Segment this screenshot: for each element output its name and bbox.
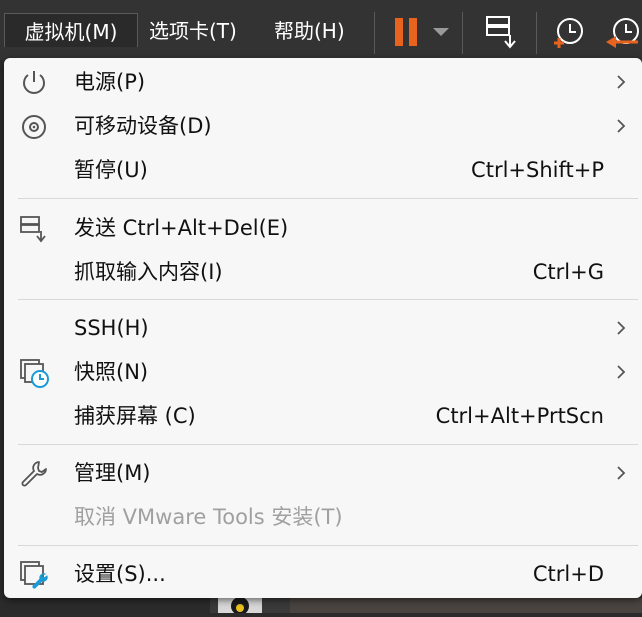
menu-item-grab-input[interactable]: 抓取输入内容(I) Ctrl+G bbox=[4, 251, 642, 293]
chevron-right-icon bbox=[617, 119, 626, 133]
settings-icon bbox=[20, 561, 48, 589]
removable-device-icon bbox=[22, 115, 46, 139]
shortcut-label: Ctrl+G bbox=[532, 260, 604, 284]
menu-item-removable-devices[interactable]: 可移动设备(D) bbox=[4, 105, 642, 147]
send-ctrl-alt-del-icon bbox=[20, 216, 46, 243]
menu-separator bbox=[18, 545, 638, 546]
menubar: 虚拟机(M) 选项卡(T) 帮助(H) bbox=[0, 0, 642, 60]
chevron-right-icon bbox=[617, 321, 626, 335]
menu-item-label: 管理(M) bbox=[74, 461, 151, 485]
background-area bbox=[290, 598, 642, 613]
pause-icon[interactable] bbox=[393, 16, 423, 48]
menu-item-snapshot[interactable]: 快照(N) bbox=[4, 351, 642, 393]
menu-help[interactable]: 帮助(H) bbox=[274, 16, 345, 46]
chevron-right-icon bbox=[617, 365, 626, 379]
chevron-right-icon bbox=[617, 75, 626, 89]
menu-item-label: SSH(H) bbox=[74, 316, 149, 340]
menu-separator bbox=[18, 444, 638, 445]
menu-item-manage[interactable]: 管理(M) bbox=[4, 452, 642, 494]
chevron-right-icon bbox=[617, 466, 626, 480]
toolbar-separator bbox=[536, 12, 537, 54]
menu-item-send-ctrl-alt-del[interactable]: 发送 Ctrl+Alt+Del(E) bbox=[4, 207, 642, 249]
menu-item-label: 发送 Ctrl+Alt+Del(E) bbox=[74, 216, 289, 240]
menu-separator bbox=[18, 198, 638, 199]
background-thumbnail-icon bbox=[218, 597, 262, 615]
menu-vm[interactable]: 虚拟机(M) bbox=[4, 13, 138, 47]
menu-separator bbox=[18, 299, 638, 300]
snapshot-icon bbox=[20, 359, 49, 388]
menu-item-power[interactable]: 电源(P) bbox=[4, 61, 642, 103]
menu-item-label: 设置(S)... bbox=[74, 562, 166, 586]
shortcut-label: Ctrl+D bbox=[532, 562, 604, 586]
menu-item-label: 可移动设备(D) bbox=[74, 114, 212, 138]
menu-item-label: 快照(N) bbox=[74, 360, 149, 384]
send-ctrl-alt-del-icon[interactable] bbox=[484, 14, 520, 50]
menu-item-pause[interactable]: 暂停(U) Ctrl+Shift+P bbox=[4, 149, 642, 191]
toolbar-separator bbox=[462, 12, 463, 54]
menu-item-settings[interactable]: 设置(S)... Ctrl+D bbox=[4, 553, 642, 595]
background-area bbox=[0, 598, 210, 613]
menu-item-capture-screen[interactable]: 捕获屏幕 (C) Ctrl+Alt+PrtScn bbox=[4, 395, 642, 437]
toolbar-separator bbox=[374, 12, 375, 54]
background-area bbox=[210, 597, 290, 615]
menu-item-label: 捕获屏幕 (C) bbox=[74, 404, 196, 428]
revert-snapshot-icon[interactable] bbox=[604, 16, 642, 50]
power-icon bbox=[23, 71, 45, 94]
menu-item-label: 取消 VMware Tools 安装(T) bbox=[74, 505, 343, 529]
snapshot-icon[interactable] bbox=[552, 16, 586, 50]
menu-item-label: 暂停(U) bbox=[74, 158, 148, 182]
wrench-icon bbox=[21, 461, 47, 487]
menu-item-label: 电源(P) bbox=[74, 70, 146, 94]
shortcut-label: Ctrl+Shift+P bbox=[471, 158, 604, 182]
menu-item-label: 抓取输入内容(I) bbox=[74, 260, 223, 284]
vm-dropdown-menu: 电源(P) 可移动设备(D) 暂停(U) Ctrl+Shift+P 发送 Ctr… bbox=[4, 58, 642, 598]
menu-tabs[interactable]: 选项卡(T) bbox=[149, 16, 237, 46]
menu-item-ssh[interactable]: SSH(H) bbox=[4, 307, 642, 349]
dropdown-arrow-icon[interactable] bbox=[432, 27, 450, 37]
menu-item-cancel-vmware-tools-install: 取消 VMware Tools 安装(T) bbox=[4, 496, 642, 538]
shortcut-label: Ctrl+Alt+PrtScn bbox=[435, 404, 604, 428]
